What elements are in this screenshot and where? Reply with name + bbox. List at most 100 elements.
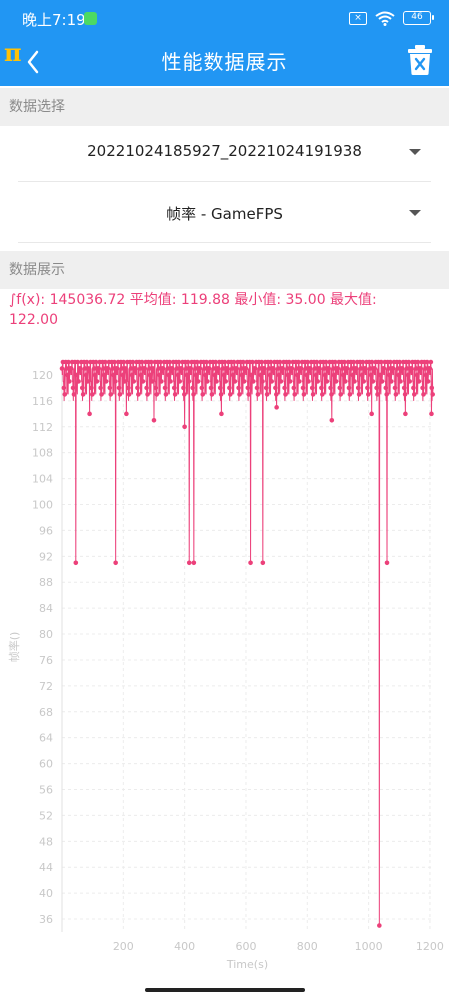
fps-data-point [111, 372, 116, 378]
fps-data-point [80, 392, 86, 397]
fps-line-chart[interactable]: 36 40 44 48 52 56 60 64 68 72 76 80 84 88 92 96 100 104 10… [0, 340, 449, 980]
gesture-bar [145, 988, 305, 992]
fps-data-point [122, 379, 127, 384]
delete-button[interactable] [407, 44, 433, 76]
fps-data-point [241, 379, 247, 384]
fps-data-point [409, 366, 414, 371]
fps-data-point [239, 372, 245, 378]
y-tick-label: 40 [39, 887, 53, 900]
fps-data-point [214, 379, 219, 384]
metric-select-value: 帧率 - GameFPS [166, 205, 283, 223]
fps-data-point [208, 385, 214, 391]
fps-data-point [306, 379, 311, 384]
fps-data-point [78, 366, 83, 371]
fps-data-point [246, 392, 252, 397]
fps-data-point [274, 405, 279, 410]
fps-data-point [297, 379, 302, 384]
fps-data-point [310, 392, 316, 397]
fps-data-point [319, 385, 324, 391]
fps-data-point [352, 379, 357, 384]
fps-data-point [381, 366, 387, 371]
fps-data-point [331, 372, 337, 378]
metric-select[interactable]: 帧率 - GameFPS [18, 183, 431, 243]
fps-data-point [298, 366, 304, 371]
fps-data-point [148, 372, 153, 378]
y-tick-label: 56 [39, 784, 53, 797]
fps-data-point [114, 366, 120, 371]
chart-grid [61, 362, 433, 932]
fps-data-point [359, 372, 365, 378]
fps-data-point [163, 392, 169, 397]
fps-data-point [199, 385, 205, 391]
y-tick-label: 44 [39, 861, 53, 874]
fps-data-point [221, 372, 227, 378]
fps-data-point [366, 392, 371, 397]
fps-data-point [291, 385, 297, 391]
fps-data-point [179, 366, 184, 371]
fps-data-point [289, 366, 295, 371]
fps-data-point [329, 392, 334, 397]
fps-data-point [329, 418, 335, 423]
fps-data-point [338, 392, 344, 397]
fps-data-point [126, 392, 132, 397]
fps-data-point [356, 392, 362, 397]
fps-data-point [138, 372, 144, 378]
fps-data-point [374, 385, 379, 391]
fps-data-point [295, 372, 300, 378]
fps-data-point [227, 385, 232, 391]
fps-data-point [361, 379, 367, 384]
fps-data-point [159, 379, 164, 384]
fps-data-point [260, 379, 265, 384]
fps-data-point [186, 379, 192, 384]
fps-data-point [149, 379, 155, 384]
y-tick-label: 72 [39, 680, 53, 693]
y-tick-label: 84 [39, 602, 53, 615]
y-tick-label: 80 [39, 628, 53, 641]
fps-data-point [271, 366, 276, 371]
fps-data-point [61, 385, 67, 391]
y-tick-label: 116 [32, 395, 53, 408]
y-tick-label: 92 [39, 550, 53, 563]
battery-icon: 46 [403, 11, 434, 25]
fps-data-point [136, 392, 141, 397]
shield-icon [84, 12, 97, 25]
fps-data-point [276, 372, 282, 378]
fps-data-point [153, 385, 159, 391]
fps-data-point [402, 392, 408, 397]
y-tick-label: 120 [32, 369, 53, 382]
fps-data-point [430, 392, 435, 397]
fps-data-point [145, 392, 150, 397]
fps-data-point [237, 392, 242, 397]
fps-data-point [423, 372, 429, 378]
fps-data-point [269, 379, 275, 384]
fps-data-point [113, 560, 118, 566]
x-tick-label: 1000 [355, 940, 383, 953]
fps-data-point [116, 385, 122, 391]
fps-data-point [129, 372, 135, 378]
fps-data-point [255, 392, 261, 397]
fps-data-point [393, 392, 399, 397]
fps-data-point [206, 366, 212, 371]
fps-data-point [369, 411, 374, 417]
fps-data-point [195, 379, 201, 384]
fps-data-point [79, 385, 85, 391]
fps-data-point [200, 392, 206, 397]
x-tick-label: 800 [297, 940, 318, 953]
sim-off-icon: × [349, 11, 367, 25]
fps-data-point [184, 372, 190, 378]
fps-data-point [177, 379, 183, 384]
fps-data-point [263, 385, 269, 391]
fps-data-point [365, 385, 370, 391]
fps-data-point [245, 385, 251, 391]
fps-data-point [320, 392, 325, 397]
fps-data-point [429, 411, 434, 417]
fps-data-point [89, 385, 94, 391]
fps-data-point [407, 379, 413, 384]
y-tick-label: 96 [39, 524, 53, 537]
fps-data-point [335, 366, 341, 371]
fps-data-point [83, 372, 89, 378]
fps-data-point [400, 366, 405, 371]
y-tick-label: 88 [39, 576, 53, 589]
fps-data-point [124, 411, 129, 417]
file-select[interactable]: 20221024185927_20221024191938 [18, 122, 431, 182]
